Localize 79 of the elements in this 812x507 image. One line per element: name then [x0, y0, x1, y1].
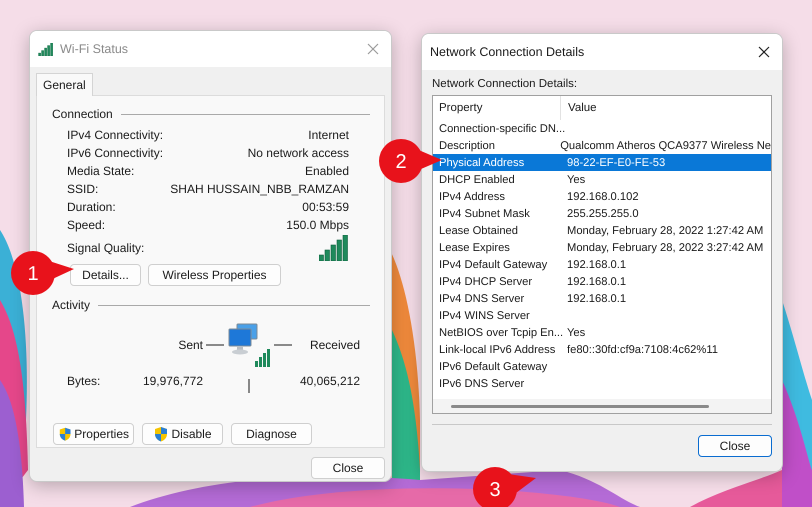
value-cell-text: Yes: [566, 174, 586, 186]
group-heading: Connection: [52, 107, 113, 121]
field-label: SSID:: [67, 182, 98, 196]
column-header[interactable]: Property: [433, 96, 561, 120]
list-row[interactable]: Link-local IPv6 Address fe80::30fd:cf9a:7108:4c62%11: [433, 341, 771, 358]
scrollbar-thumb[interactable]: [451, 405, 709, 408]
field-value: Internet: [308, 128, 349, 142]
list-caption: Network Connection Details:: [432, 78, 578, 92]
list-row[interactable]: IPv4 Default Gateway 192.168.0.1: [433, 256, 771, 273]
action-button[interactable]: Diagnose: [231, 423, 312, 445]
list-row[interactable]: NetBIOS over Tcpip En... Yes: [433, 324, 771, 341]
list-row[interactable]: Lease Obtained Monday, February 28, 2022 1:27:42 AM: [433, 222, 771, 239]
property-cell-text: Lease Expires: [438, 242, 511, 254]
value-cell-text: 192.168.0.1: [566, 258, 626, 270]
property-cell-text: Lease Obtained: [438, 224, 519, 236]
value-cell-text: 192.168.0.1: [566, 276, 626, 288]
field-label: IPv4 Connectivity:: [67, 128, 164, 142]
sent-bytes: 19,976,772: [142, 373, 203, 390]
field-value: Enabled: [304, 164, 349, 178]
tab[interactable]: General: [36, 73, 93, 96]
close-button[interactable]: Close: [698, 435, 772, 457]
close-button[interactable]: Close: [311, 457, 385, 479]
property-cell-text: IPv6 DNS Server: [438, 378, 526, 390]
value-cell-text: 192.168.0.1: [566, 292, 626, 304]
value-cell-text: 98-22-EF-E0-FE-53: [566, 156, 666, 168]
received-label: Received: [308, 338, 360, 352]
property-cell-text: NetBIOS over Tcpip En...: [438, 326, 561, 338]
value-cell-text: Monday, February 28, 2022 1:27:42 AM: [566, 224, 764, 236]
list-row[interactable]: IPv4 DNS Server 192.168.0.1: [433, 290, 771, 307]
property-cell-text: Physical Address: [438, 156, 526, 168]
property-cell-text: Link-local IPv6 Address: [438, 344, 556, 356]
value-cell-text: 192.168.0.102: [566, 190, 639, 202]
field-label: Bytes:: [67, 373, 102, 390]
sent-label: Sent: [177, 338, 203, 352]
received-bytes: 40,065,212: [298, 373, 360, 390]
close-icon[interactable]: [756, 44, 772, 60]
field-label: Duration:: [67, 200, 116, 214]
wifi-signal-icon: [38, 42, 53, 56]
field-label: Speed:: [67, 218, 106, 232]
list-row[interactable]: DHCP Enabled Yes: [433, 171, 771, 188]
list-row[interactable]: IPv6 Default Gateway: [433, 358, 771, 375]
value-cell-text: Yes: [566, 326, 586, 338]
window-title: Network Connection Details: [430, 45, 586, 59]
property-cell-text: IPv4 Address: [438, 190, 506, 202]
list-row[interactable]: IPv4 WINS Server: [433, 307, 771, 324]
details-button[interactable]: Details...: [70, 264, 141, 286]
property-cell-text: IPv4 Subnet Mask: [438, 208, 531, 220]
property-cell-text: IPv4 WINS Server: [438, 310, 531, 322]
value-cell-text: fe80::30fd:cf9a:7108:4c62%11: [566, 344, 718, 356]
list-row[interactable]: Connection-specific DN...: [433, 120, 771, 137]
field-label: IPv6 Connectivity:: [67, 146, 164, 160]
signal-strength-icon: [319, 235, 348, 261]
property-cell-text: Description: [438, 140, 496, 152]
list-row[interactable]: Lease Expires Monday, February 28, 2022 3:27:42 AM: [433, 239, 771, 256]
property-cell-text: IPv6 Default Gateway: [438, 360, 548, 372]
property-cell-text: IPv4 DHCP Server: [438, 276, 534, 288]
field-value: No network access: [248, 146, 349, 160]
column-header[interactable]: Value: [561, 102, 597, 114]
list-row[interactable]: Physical Address 98-22-EF-E0-FE-53: [433, 154, 771, 171]
action-button[interactable]: Properties: [53, 423, 134, 445]
field-value: 150.0 Mbps: [286, 218, 349, 232]
group-heading: Activity: [52, 298, 90, 312]
list-row[interactable]: IPv4 Address 192.168.0.102: [433, 188, 771, 205]
property-cell-text: IPv4 Default Gateway: [438, 258, 548, 270]
value-cell-text: Monday, February 28, 2022 3:27:42 AM: [566, 242, 764, 254]
property-cell-text: IPv4 DNS Server: [438, 292, 526, 304]
list-row[interactable]: IPv4 DHCP Server 192.168.0.1: [433, 273, 771, 290]
property-cell-text: DHCP Enabled: [438, 174, 516, 186]
list-row[interactable]: IPv4 Subnet Mask 255.255.255.0: [433, 205, 771, 222]
list-row[interactable]: IPv6 DNS Server: [433, 375, 771, 392]
list-row[interactable]: Description Qualcomm Atheros QCA9377 Wireless Ne: [433, 137, 771, 154]
window-title: Wi-Fi Status: [60, 42, 130, 56]
action-button[interactable]: Disable: [142, 423, 223, 445]
value-cell-text: Qualcomm Atheros QCA9377 Wireless Ne: [559, 140, 771, 152]
field-label: Media State:: [67, 164, 134, 178]
wireless-properties-button[interactable]: Wireless Properties: [148, 264, 281, 286]
field-value: SHAH HUSSAIN_NBB_RAMZAN: [170, 182, 349, 196]
value-cell-text: 255.255.255.0: [566, 208, 639, 220]
field-value: 00:53:59: [302, 200, 349, 214]
